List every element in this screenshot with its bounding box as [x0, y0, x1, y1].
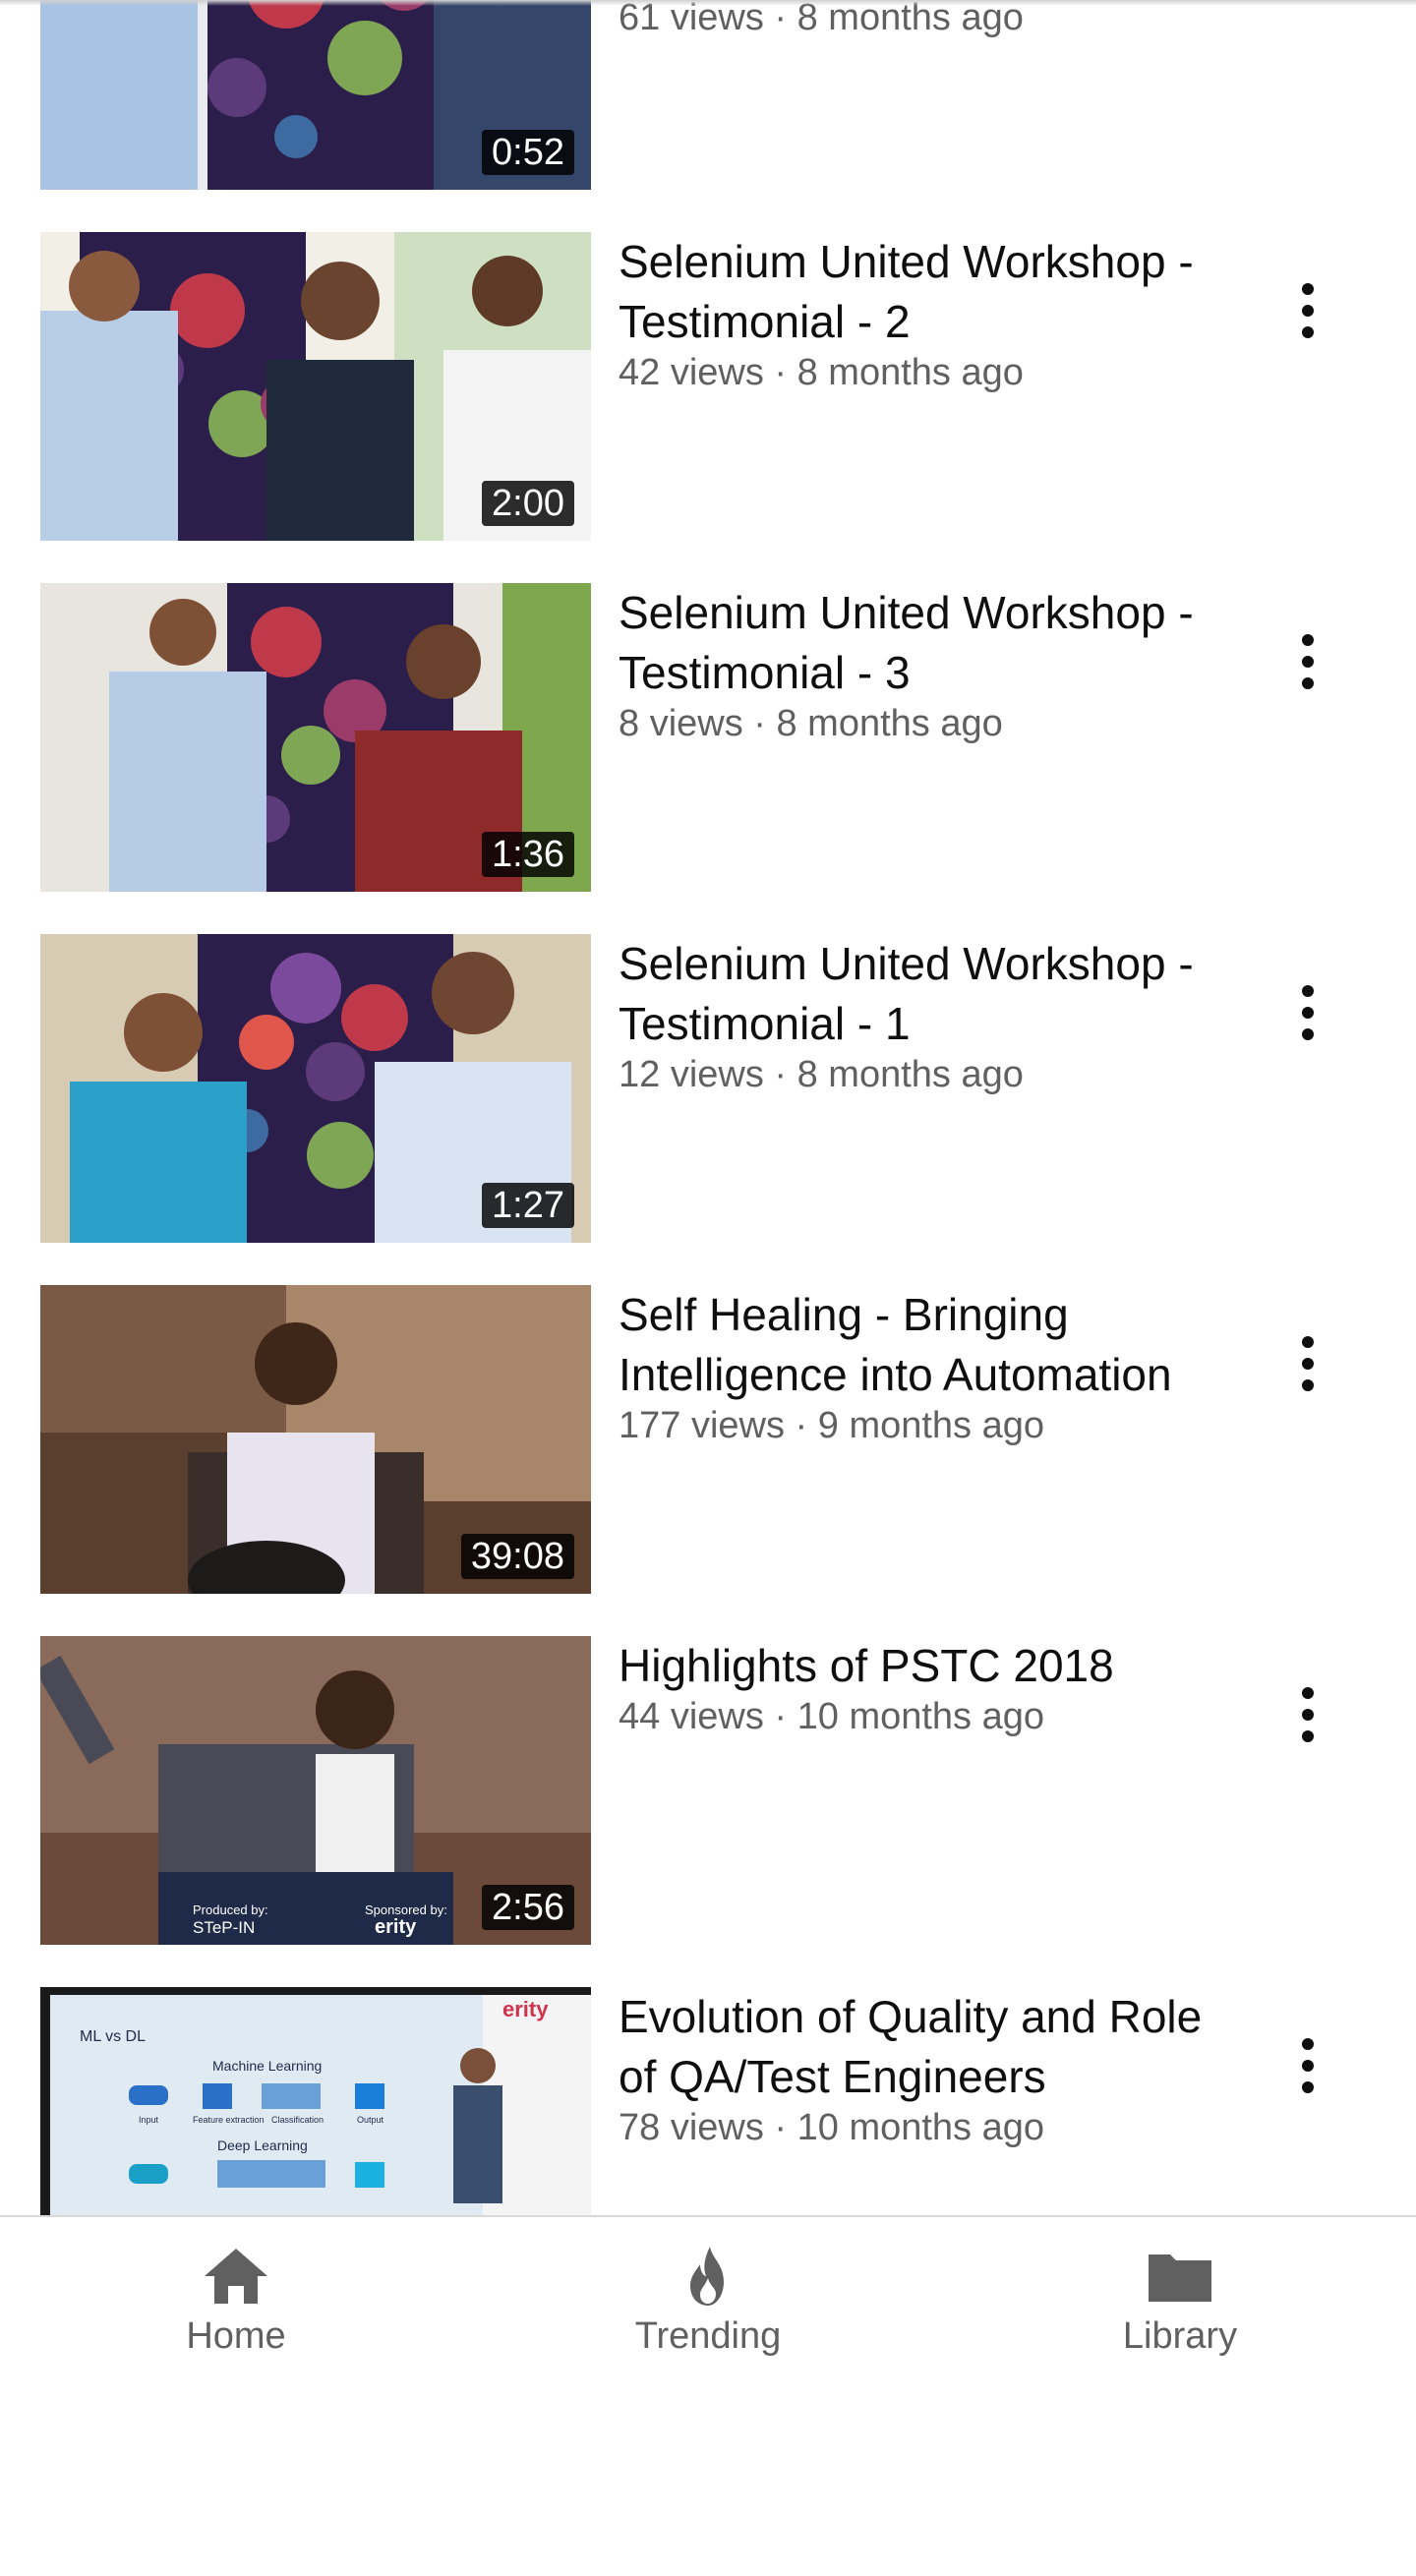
video-duration: 2:00 [482, 481, 574, 526]
slide-title: ML vs DL [80, 2028, 146, 2045]
more-vert-icon-dot [1302, 1028, 1314, 1040]
video-duration: 1:27 [482, 1183, 574, 1228]
video-stats: 42 views · 8 months ago [619, 352, 1024, 393]
video-stats: 44 views · 10 months ago [619, 1696, 1045, 1737]
more-options-button[interactable] [1268, 271, 1347, 350]
stage-banner-sponsor: erity [375, 1916, 417, 1938]
more-vert-icon [1302, 1336, 1314, 1348]
video-meta: Highlights of PSTC 2018 44 views · 10 mo… [619, 1636, 1209, 1741]
nav-home-label: Home [186, 2315, 286, 2357]
more-vert-icon [1302, 2038, 1314, 2050]
video-thumbnail[interactable]: 39:08 [40, 1285, 591, 1594]
video-row[interactable]: 39:08 Self Healing - Bringing Intelligen… [0, 1285, 1416, 1636]
more-options-button[interactable] [1268, 622, 1347, 701]
video-thumbnail[interactable]: 1:36 [40, 583, 591, 892]
video-stats: 61 views · 8 months ago [619, 0, 1024, 38]
more-vert-icon-dot [1302, 2060, 1314, 2072]
video-stats: 177 views · 9 months ago [619, 1405, 1045, 1446]
video-stats: 78 views · 10 months ago [619, 2107, 1045, 2148]
more-vert-icon-dot [1302, 677, 1314, 689]
video-thumbnail[interactable]: 2:00 [40, 232, 591, 541]
nav-library-label: Library [1122, 2315, 1238, 2357]
more-options-button[interactable] [1268, 1324, 1347, 1403]
more-vert-icon-dot [1302, 305, 1314, 317]
more-vert-icon-dot [1302, 1730, 1314, 1742]
video-title[interactable]: Highlights of PSTC 2018 [619, 1636, 1209, 1696]
slide-deep-learning: Deep Learning [217, 2137, 308, 2153]
bottom-navigation: Home Trending Library [0, 2215, 1416, 2576]
video-thumbnail[interactable]: ML vs DL Machine Learning Input Feature … [40, 1987, 591, 2215]
stage-banner-stepin: STeP-IN [193, 1918, 255, 1937]
video-title[interactable]: Selenium United Workshop - Testimonial -… [619, 583, 1209, 703]
more-vert-icon [1302, 283, 1314, 295]
thumbnail-image: ML vs DL Machine Learning Input Feature … [40, 1987, 591, 2215]
more-vert-icon-dot [1302, 1379, 1314, 1391]
video-duration: 1:36 [482, 832, 574, 877]
more-vert-icon [1302, 634, 1314, 646]
video-stats: 8 views · 8 months ago [619, 703, 1003, 744]
video-row[interactable]: 1:27 Selenium United Workshop - Testimon… [0, 934, 1416, 1285]
nav-library[interactable]: Library [1062, 2233, 1298, 2357]
nav-trending[interactable]: Trending [590, 2233, 826, 2357]
video-meta: Selenium United Workshop - Testimonial -… [619, 934, 1209, 1099]
more-options-button[interactable] [1268, 2026, 1347, 2105]
more-vert-icon-dot [1302, 656, 1314, 668]
slide-classification: Classification [271, 2115, 324, 2125]
video-title[interactable]: Evolution of Quality and Role of QA/Test… [619, 1987, 1209, 2107]
more-vert-icon-dot [1302, 1358, 1314, 1370]
video-row[interactable]: 0:52 61 views · 8 months ago [0, 0, 1416, 232]
nav-home[interactable]: Home [118, 2233, 354, 2357]
more-vert-icon-dot [1302, 326, 1314, 338]
video-meta: Selenium United Workshop - Testimonial -… [619, 583, 1209, 748]
flame-icon [690, 2247, 724, 2306]
video-row[interactable]: 2:00 Selenium United Workshop - Testimon… [0, 232, 1416, 583]
video-thumbnail[interactable]: 1:27 [40, 934, 591, 1243]
video-duration: 0:52 [482, 130, 574, 175]
video-meta: Selenium United Workshop - Testimonial -… [619, 232, 1209, 397]
video-feed: 0:52 61 views · 8 months ago 2:00 Seleni… [0, 0, 1416, 2215]
video-row[interactable]: Produced by: STeP-IN Sponsored by: erity… [0, 1636, 1416, 1987]
more-vert-icon [1302, 985, 1314, 997]
more-options-button[interactable] [1268, 973, 1347, 1052]
video-title[interactable]: Self Healing - Bringing Intelligence int… [619, 1285, 1209, 1405]
video-title[interactable]: Selenium United Workshop - Testimonial -… [619, 934, 1209, 1054]
video-meta: 61 views · 8 months ago [619, 0, 1209, 42]
video-thumbnail[interactable]: Produced by: STeP-IN Sponsored by: erity… [40, 1636, 591, 1945]
app-bar-shadow [0, 0, 1416, 6]
video-stats: 12 views · 8 months ago [619, 1054, 1024, 1095]
video-title[interactable]: Selenium United Workshop - Testimonial -… [619, 232, 1209, 352]
slide-feature-extraction: Feature extraction [193, 2115, 265, 2125]
video-row[interactable]: 1:36 Selenium United Workshop - Testimon… [0, 583, 1416, 934]
more-vert-icon [1302, 1687, 1314, 1699]
sponsor-logo: erity [502, 1997, 549, 2021]
video-duration: 2:56 [482, 1885, 574, 1930]
slide-input: Input [139, 2115, 159, 2125]
video-meta: Evolution of Quality and Role of QA/Test… [619, 1987, 1209, 2152]
more-options-button[interactable] [1268, 1675, 1347, 1754]
video-duration: 39:08 [460, 1534, 574, 1579]
nav-trending-label: Trending [634, 2315, 782, 2357]
stage-banner-sponsored: Sponsored by: [365, 1903, 447, 1917]
more-vert-icon-dot [1302, 1709, 1314, 1721]
more-vert-icon-dot [1302, 2081, 1314, 2093]
more-vert-icon-dot [1302, 1007, 1314, 1019]
slide-output: Output [357, 2115, 384, 2125]
stage-banner-produced: Produced by: [193, 1903, 268, 1917]
video-thumbnail[interactable]: 0:52 [40, 0, 591, 190]
home-icon [205, 2249, 267, 2304]
video-meta: Self Healing - Bringing Intelligence int… [619, 1285, 1209, 1450]
folder-icon [1149, 2254, 1211, 2302]
slide-machine-learning: Machine Learning [212, 2058, 322, 2074]
video-row[interactable]: ML vs DL Machine Learning Input Feature … [0, 1987, 1416, 2215]
